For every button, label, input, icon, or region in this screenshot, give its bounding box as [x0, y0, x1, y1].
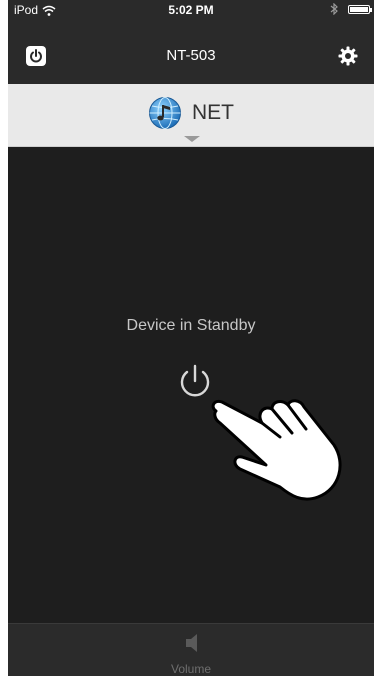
bluetooth-icon	[330, 3, 338, 15]
source-label: NET	[192, 101, 234, 124]
app-screen: iPod 5:02 PM NT-503 NET Device in Standb…	[8, 0, 374, 676]
status-right	[330, 3, 372, 15]
status-bar: iPod 5:02 PM	[8, 0, 374, 20]
nav-bar: NT-503	[8, 20, 374, 84]
source-inner: NET	[8, 96, 374, 130]
bottom-bar: Volume	[8, 623, 374, 676]
main-panel: Device in Standby	[8, 147, 374, 623]
device-title: NT-503	[166, 47, 216, 64]
standby-message: Device in Standby	[126, 317, 256, 334]
battery-icon	[348, 4, 372, 14]
speaker-icon[interactable]	[182, 632, 202, 654]
source-caret-icon	[184, 136, 200, 142]
volume-label[interactable]: Volume	[8, 662, 374, 676]
globe-music-icon	[149, 97, 181, 129]
source-selector[interactable]: NET	[8, 84, 374, 147]
status-time: 5:02 PM	[168, 3, 214, 17]
tap-hand-icon	[211, 399, 342, 501]
gear-icon[interactable]	[338, 46, 358, 66]
